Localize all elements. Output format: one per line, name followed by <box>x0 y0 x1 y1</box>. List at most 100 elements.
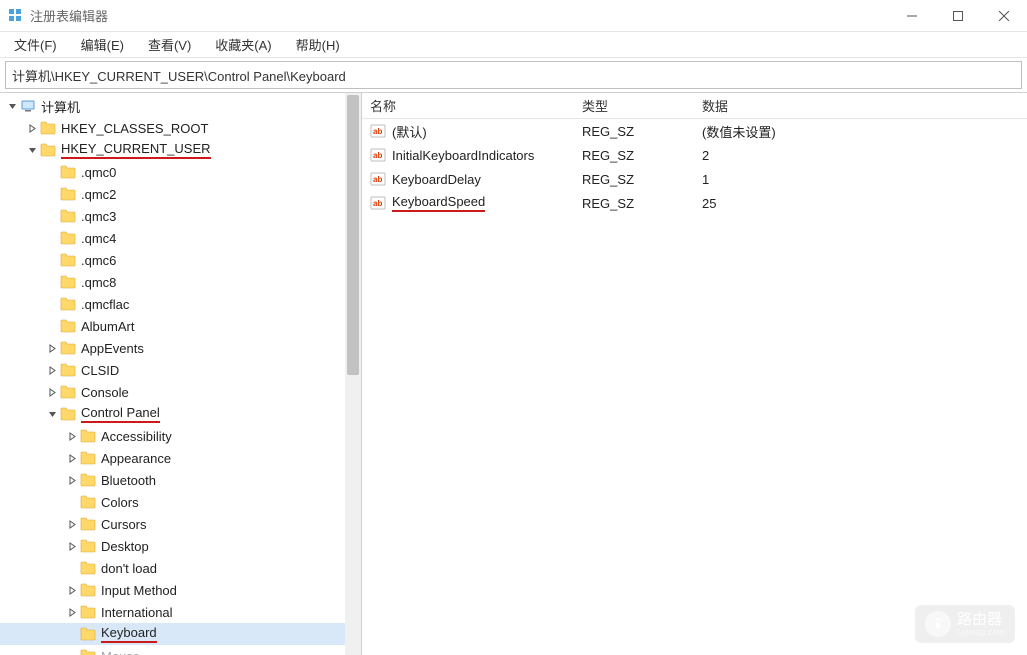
value-data: 1 <box>702 172 1027 187</box>
folder-icon <box>80 473 96 487</box>
tree-item-label: Desktop <box>101 539 149 554</box>
tree-item[interactable]: .qmcflac <box>0 293 361 315</box>
tree-item[interactable]: Keyboard <box>0 623 361 645</box>
menubar: 文件(F) 编辑(E) 查看(V) 收藏夹(A) 帮助(H) <box>0 32 1027 58</box>
tree-item-label: HKEY_CURRENT_USER <box>61 141 211 159</box>
value-name: (默认) <box>392 122 427 141</box>
address-bar[interactable]: 计算机\HKEY_CURRENT_USER\Control Panel\Keyb… <box>5 61 1022 89</box>
string-value-icon: ab <box>370 171 386 187</box>
chevron-right-icon[interactable] <box>64 604 80 620</box>
chevron-right-icon[interactable] <box>64 472 80 488</box>
tree-item[interactable]: Appearance <box>0 447 361 469</box>
folder-icon <box>80 429 96 443</box>
tree-item[interactable]: .qmc8 <box>0 271 361 293</box>
svg-text:ab: ab <box>373 127 382 136</box>
close-button[interactable] <box>981 0 1027 32</box>
tree-item[interactable]: CLSID <box>0 359 361 381</box>
menu-help[interactable]: 帮助(H) <box>286 33 350 56</box>
tree-item[interactable]: .qmc6 <box>0 249 361 271</box>
menu-view[interactable]: 查看(V) <box>138 33 201 56</box>
chevron-right-icon[interactable] <box>64 516 80 532</box>
tree-scrollbar-thumb[interactable] <box>347 95 359 375</box>
chevron-right-icon[interactable] <box>24 120 40 136</box>
tree-item[interactable]: Desktop <box>0 535 361 557</box>
tree-item[interactable]: Console <box>0 381 361 403</box>
tree-item[interactable]: 计算机 <box>0 95 361 117</box>
folder-icon <box>80 539 96 553</box>
tree-item[interactable]: Cursors <box>0 513 361 535</box>
list-row[interactable]: abKeyboardSpeedREG_SZ25 <box>362 191 1027 215</box>
tree-item-label: Bluetooth <box>101 473 156 488</box>
tree-item[interactable]: .qmc4 <box>0 227 361 249</box>
folder-icon <box>60 187 76 201</box>
tree-item[interactable]: .qmc0 <box>0 161 361 183</box>
value-name: InitialKeyboardIndicators <box>392 148 534 163</box>
folder-icon <box>60 385 76 399</box>
tree-item[interactable]: HKEY_CURRENT_USER <box>0 139 361 161</box>
folder-icon <box>40 143 56 157</box>
minimize-button[interactable] <box>889 0 935 32</box>
menu-edit[interactable]: 编辑(E) <box>71 33 134 56</box>
string-value-icon: ab <box>370 123 386 139</box>
tree-item[interactable]: Control Panel <box>0 403 361 425</box>
tree-item[interactable]: Input Method <box>0 579 361 601</box>
content-area: 计算机 HKEY_CLASSES_ROOT HKEY_CURRENT_USER .qm… <box>0 92 1027 655</box>
header-data[interactable]: 数据 <box>702 96 1027 115</box>
value-data: (数值未设置) <box>702 122 1027 141</box>
tree-item[interactable]: International <box>0 601 361 623</box>
tree-item[interactable]: don't load <box>0 557 361 579</box>
chevron-down-icon[interactable] <box>44 406 60 422</box>
header-type[interactable]: 类型 <box>582 96 702 115</box>
list-pane[interactable]: 名称 类型 数据 ab(默认)REG_SZ(数值未设置)abInitialKey… <box>362 93 1027 655</box>
tree-item-label: .qmc6 <box>81 253 116 268</box>
tree-item[interactable]: AppEvents <box>0 337 361 359</box>
value-data: 25 <box>702 196 1027 211</box>
folder-icon <box>60 231 76 245</box>
tree-item-label: Input Method <box>101 583 177 598</box>
address-path: 计算机\HKEY_CURRENT_USER\Control Panel\Keyb… <box>12 66 346 85</box>
list-row[interactable]: ab(默认)REG_SZ(数值未设置) <box>362 119 1027 143</box>
tree-item-label: Mouse <box>101 649 140 655</box>
chevron-right-icon[interactable] <box>44 362 60 378</box>
string-value-icon: ab <box>370 195 386 211</box>
svg-text:ab: ab <box>373 175 382 184</box>
value-type: REG_SZ <box>582 172 702 187</box>
folder-icon <box>80 605 96 619</box>
tree-item[interactable]: AlbumArt <box>0 315 361 337</box>
folder-icon <box>80 517 96 531</box>
folder-icon <box>80 495 96 509</box>
chevron-right-icon[interactable] <box>64 450 80 466</box>
chevron-right-icon[interactable] <box>64 428 80 444</box>
chevron-right-icon[interactable] <box>64 582 80 598</box>
chevron-right-icon[interactable] <box>64 538 80 554</box>
window-controls <box>889 0 1027 32</box>
tree-item[interactable]: Bluetooth <box>0 469 361 491</box>
watermark-sub: luyouqi.com <box>957 627 1005 637</box>
folder-icon <box>80 561 96 575</box>
tree-item[interactable]: HKEY_CLASSES_ROOT <box>0 117 361 139</box>
computer-icon <box>20 98 36 114</box>
chevron-right-icon[interactable] <box>44 384 60 400</box>
tree-scrollbar[interactable] <box>345 93 361 655</box>
chevron-right-icon[interactable] <box>44 340 60 356</box>
header-name[interactable]: 名称 <box>362 96 582 115</box>
list-row[interactable]: abInitialKeyboardIndicatorsREG_SZ2 <box>362 143 1027 167</box>
folder-icon <box>80 627 96 641</box>
tree-item[interactable]: Mouse <box>0 645 361 655</box>
maximize-button[interactable] <box>935 0 981 32</box>
tree-item-label: HKEY_CLASSES_ROOT <box>61 121 208 136</box>
menu-file[interactable]: 文件(F) <box>4 33 67 56</box>
tree-pane[interactable]: 计算机 HKEY_CLASSES_ROOT HKEY_CURRENT_USER .qm… <box>0 93 362 655</box>
tree-item[interactable]: .qmc3 <box>0 205 361 227</box>
menu-favorites[interactable]: 收藏夹(A) <box>205 33 281 56</box>
tree-item-label: Console <box>81 385 129 400</box>
tree-item[interactable]: Accessibility <box>0 425 361 447</box>
chevron-down-icon[interactable] <box>4 98 20 114</box>
tree-item[interactable]: Colors <box>0 491 361 513</box>
chevron-down-icon[interactable] <box>24 142 40 158</box>
tree-item-label: .qmc8 <box>81 275 116 290</box>
list-row[interactable]: abKeyboardDelayREG_SZ1 <box>362 167 1027 191</box>
tree-item[interactable]: .qmc2 <box>0 183 361 205</box>
tree-item-label: Cursors <box>101 517 147 532</box>
tree-item-label: AlbumArt <box>81 319 134 334</box>
